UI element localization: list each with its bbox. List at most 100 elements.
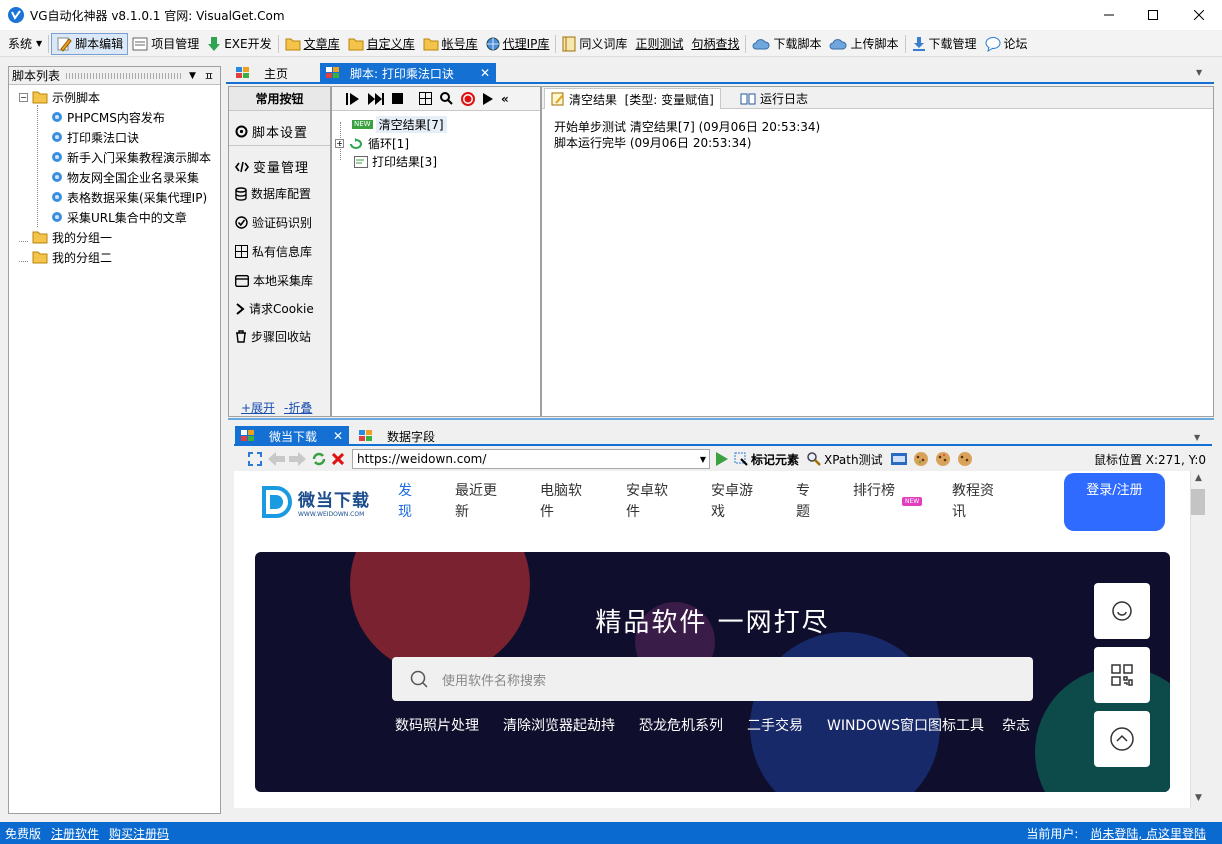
site-nav-item[interactable]: 电脑软件 xyxy=(540,481,588,523)
toolbar-handle-find-button[interactable]: 句柄查找 xyxy=(687,33,743,55)
panel-dropdown-icon[interactable]: ▼ xyxy=(189,71,196,81)
tree-item[interactable]: 我的分组二 xyxy=(19,248,112,266)
tab-run-log[interactable]: 运行日志 xyxy=(734,88,814,109)
step-row-loop[interactable]: + 循环[1] xyxy=(335,135,409,152)
pin-icon[interactable]: ㅍ xyxy=(204,68,214,84)
tree-item[interactable]: 我的分组一 xyxy=(19,228,112,246)
toolbar-upload-script-button[interactable]: 上传脚本 xyxy=(825,33,902,55)
hot-search-link[interactable]: 恐龙危机系列 xyxy=(639,715,723,735)
tab-weidown[interactable]: 微当下载 ✕ xyxy=(235,426,349,446)
fullscreen-icon[interactable] xyxy=(248,452,262,466)
mark-element-button[interactable]: 标记元素 xyxy=(751,451,799,468)
feedback-button[interactable] xyxy=(1094,583,1150,639)
buy-code-link[interactable]: 购买注册码 xyxy=(109,825,169,842)
stop-icon[interactable] xyxy=(392,93,403,104)
toolbar-project-button[interactable]: 项目管理 xyxy=(128,33,203,55)
site-nav-item[interactable]: 安卓游戏 xyxy=(711,481,759,523)
tree-item[interactable]: 打印乘法口诀 xyxy=(51,128,139,146)
tree-item[interactable]: − 示例脚本 xyxy=(19,88,100,106)
cookie-icon[interactable] xyxy=(935,451,951,467)
toolbar-article-lib-button[interactable]: 文章库 xyxy=(281,33,344,55)
site-nav-item[interactable]: 专题 xyxy=(796,481,816,523)
tab-close-icon[interactable]: ✕ xyxy=(333,429,343,443)
common-button-8[interactable]: 步骤回收站 xyxy=(235,328,311,345)
scroll-up-icon[interactable]: ▲ xyxy=(1195,473,1202,483)
tree-item[interactable]: 表格数据采集(采集代理IP) xyxy=(51,188,207,206)
close-button[interactable] xyxy=(1176,0,1222,30)
toolbar-forum-button[interactable]: 论坛 xyxy=(981,33,1032,55)
hot-search-link[interactable]: 数码照片处理 xyxy=(395,715,479,735)
site-nav-item[interactable]: 发现 xyxy=(398,481,418,523)
tab-script[interactable]: 脚本: 打印乘法口诀 ✕ xyxy=(320,63,496,83)
grid-icon[interactable] xyxy=(419,92,432,105)
tab-clear-result[interactable]: 清空结果 [类型: 变量赋值] xyxy=(544,88,721,109)
browser-tab-overflow-icon[interactable]: ▼ xyxy=(1194,433,1200,442)
tree-item[interactable]: PHPCMS内容发布 xyxy=(51,108,165,126)
menu-system[interactable]: 系统 ▼ xyxy=(4,33,46,55)
expand-toggle-icon[interactable]: + xyxy=(335,139,344,148)
common-button-1[interactable]: 脚本设置 xyxy=(235,122,308,141)
site-nav-item[interactable]: 排行榜 xyxy=(853,481,901,502)
splitter[interactable] xyxy=(228,418,1214,420)
common-button-2[interactable]: 变量管理 xyxy=(235,157,309,176)
page-scrollbar[interactable] xyxy=(1190,471,1212,808)
site-nav-item[interactable]: 最近更新 xyxy=(455,481,503,523)
site-nav-item[interactable]: 教程资讯 xyxy=(952,481,1000,523)
expand-link[interactable]: +展开 xyxy=(241,399,275,416)
toolbar-custom-lib-button[interactable]: 自定义库 xyxy=(344,33,419,55)
collapse-panel-icon[interactable]: « xyxy=(501,92,509,106)
xpath-test-button[interactable]: XPath测试 xyxy=(824,451,883,468)
tab-home[interactable]: 主页 xyxy=(230,63,318,83)
back-to-top-button[interactable] xyxy=(1094,711,1150,767)
toolbar-download-script-button[interactable]: 下载脚本 xyxy=(748,33,825,55)
url-input[interactable]: https://weidown.com/ ▼ xyxy=(352,449,710,469)
stop-load-icon[interactable] xyxy=(332,453,344,465)
scroll-down-icon[interactable]: ▼ xyxy=(1195,793,1202,803)
step-run-icon[interactable] xyxy=(346,92,360,105)
hot-search-link[interactable]: 二手交易 xyxy=(747,715,803,735)
common-button-6[interactable]: 本地采集库 xyxy=(235,272,313,289)
tab-overflow-icon[interactable]: ▼ xyxy=(1196,68,1202,77)
tree-item[interactable]: 采集URL集合中的文章 xyxy=(51,208,187,226)
qrcode-button[interactable] xyxy=(1094,647,1150,703)
toolbar-download-manager-button[interactable]: 下载管理 xyxy=(908,33,981,55)
site-nav-item[interactable]: 安卓软件 xyxy=(626,481,674,523)
toolbar-regex-test-button[interactable]: 正则测试 xyxy=(631,33,687,55)
common-button-5[interactable]: 私有信息库 xyxy=(235,243,312,260)
site-logo[interactable]: 微当下载 WWW.WEIDOWN.COM xyxy=(260,485,370,519)
toolbar-script-edit-button[interactable]: 脚本编辑 xyxy=(51,32,129,55)
tree-item[interactable]: 物友网全国企业名录采集 xyxy=(51,168,199,186)
record-icon[interactable] xyxy=(461,91,475,106)
login-register-button[interactable]: 登录/注册 xyxy=(1064,473,1165,531)
minimize-button[interactable] xyxy=(1086,0,1132,30)
refresh-icon[interactable] xyxy=(312,452,326,466)
maximize-button[interactable] xyxy=(1130,0,1176,30)
cookie-icon[interactable] xyxy=(913,451,929,467)
run-all-icon[interactable] xyxy=(368,92,384,105)
tree-item[interactable]: 新手入门采集教程演示脚本 xyxy=(51,148,211,166)
common-button-7[interactable]: 请求Cookie xyxy=(235,300,314,317)
search-icon[interactable] xyxy=(440,92,453,105)
play-icon[interactable] xyxy=(483,92,493,105)
hot-search-link[interactable]: WINDOWS窗口图标工具 xyxy=(827,715,984,735)
cookie-icon[interactable] xyxy=(957,451,973,467)
forward-icon[interactable] xyxy=(288,452,306,466)
toolbar-exe-button[interactable]: EXE开发 xyxy=(203,33,275,55)
tab-close-icon[interactable]: ✕ xyxy=(480,66,490,80)
login-link[interactable]: 尚未登陆, 点这里登陆 xyxy=(1090,825,1206,842)
common-button-3[interactable]: 数据库配置 xyxy=(235,185,311,202)
hot-search-link[interactable]: 清除浏览器起劫持 xyxy=(503,715,615,735)
tab-data-fields[interactable]: 数据字段 xyxy=(353,426,441,446)
register-link[interactable]: 注册软件 xyxy=(51,825,99,842)
html-icon[interactable] xyxy=(890,453,907,465)
go-icon[interactable] xyxy=(716,452,728,466)
collapse-link[interactable]: -折叠 xyxy=(284,399,312,416)
toolbar-account-lib-button[interactable]: 帐号库 xyxy=(419,33,482,55)
scrollbar-thumb[interactable] xyxy=(1191,489,1205,515)
toolbar-proxy-lib-button[interactable]: 代理IP库 xyxy=(482,33,554,55)
tree-collapse-icon[interactable]: − xyxy=(19,92,28,102)
url-dropdown-icon[interactable]: ▼ xyxy=(697,455,709,464)
step-row-clear[interactable]: NEW 清空结果[7] xyxy=(352,116,447,133)
site-search-input[interactable]: 使用软件名称搜索 xyxy=(392,657,1033,701)
hot-search-link[interactable]: 杂志 xyxy=(1002,715,1030,735)
